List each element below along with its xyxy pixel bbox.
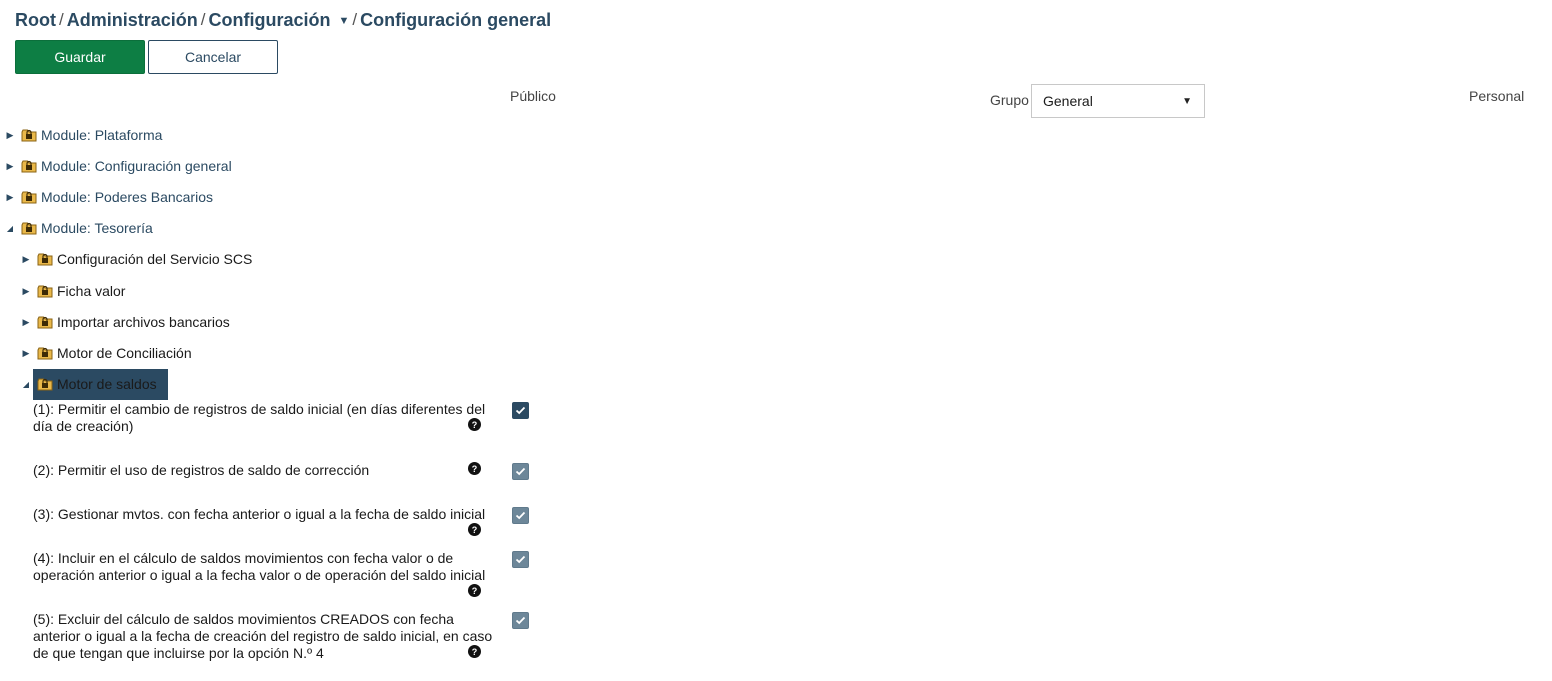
chevron-down-icon: ▼ <box>1182 96 1192 107</box>
tree-node-label[interactable]: Ficha valor <box>57 283 125 299</box>
locked-folder-icon <box>37 377 53 391</box>
personal-column-label: Personal <box>1469 88 1525 104</box>
tree-node-label[interactable]: Module: Poderes Bancarios <box>41 189 213 205</box>
breadcrumb-separator: / <box>200 10 206 29</box>
breadcrumb-root[interactable]: Root <box>15 10 56 31</box>
option-checkbox[interactable] <box>512 507 529 524</box>
option-label: (4): Incluir en el cálculo de saldos mov… <box>33 550 485 584</box>
caret-right-icon[interactable]: ▶ <box>19 315 33 329</box>
caret-right-icon[interactable]: ▶ <box>19 346 33 360</box>
option-line: (2): Permitir el uso de registros de sal… <box>33 462 370 478</box>
tree-node-module[interactable]: ▶ Module: Plataforma <box>3 124 163 146</box>
locked-folder-icon <box>37 346 53 360</box>
caret-right-icon[interactable]: ▶ <box>19 284 33 298</box>
locked-folder-icon <box>21 128 37 142</box>
option-line: (3): Gestionar mvtos. con fecha anterior… <box>33 506 486 522</box>
option-checkbox[interactable] <box>512 463 529 480</box>
tree-node-module[interactable]: ▶ Module: Poderes Bancarios <box>3 186 213 208</box>
tree-node-label[interactable]: Module: Plataforma <box>41 127 162 143</box>
save-button[interactable]: Guardar <box>15 40 145 74</box>
group-select-value: General <box>1043 93 1093 109</box>
locked-folder-icon <box>21 190 37 204</box>
tree-node-module[interactable]: ▶ Module: Configuración general <box>3 155 232 177</box>
tree-node-label[interactable]: Module: Tesorería <box>41 220 153 236</box>
option-label: (1): Permitir el cambio de registros de … <box>33 401 485 435</box>
tree-node[interactable]: ▶ Motor de Conciliación <box>19 342 192 364</box>
tree-node-selected[interactable]: ◢ Motor de saldos <box>19 373 157 395</box>
locked-folder-icon <box>37 284 53 298</box>
breadcrumb-separator: / <box>58 10 64 29</box>
tree-node-label[interactable]: Motor de saldos <box>57 376 157 392</box>
tree-node-label[interactable]: Importar archivos bancarios <box>57 314 230 330</box>
breadcrumb-configuracion[interactable]: Configuración <box>208 10 330 31</box>
caret-right-icon[interactable]: ▶ <box>3 159 17 173</box>
tree-node[interactable]: ▶ Ficha valor <box>19 280 126 302</box>
option-label: (2): Permitir el uso de registros de sal… <box>33 462 369 479</box>
breadcrumb-administracion[interactable]: Administración <box>67 10 198 31</box>
group-label: Grupo <box>990 92 1029 108</box>
help-icon[interactable]: ? <box>468 462 481 475</box>
option-checkbox[interactable] <box>512 402 529 419</box>
breadcrumb-current: Configuración general <box>360 9 552 30</box>
option-line: operación anterior o igual a la fecha va… <box>33 567 486 583</box>
option-line: de que tengan que incluirse por la opció… <box>33 645 324 661</box>
help-icon[interactable]: ? <box>468 523 481 536</box>
breadcrumb: Root / Administración / Configuración ▼ … <box>15 8 551 32</box>
option-line: (1): Permitir el cambio de registros de … <box>33 401 486 417</box>
tree-node-label[interactable]: Motor de Conciliación <box>57 345 192 361</box>
caret-right-icon[interactable]: ▶ <box>3 128 17 142</box>
option-line: anterior o igual a la fecha de creación … <box>33 628 493 644</box>
locked-folder-icon <box>21 159 37 173</box>
caret-right-icon[interactable]: ▶ <box>3 190 17 204</box>
help-icon[interactable]: ? <box>468 645 481 658</box>
help-icon[interactable]: ? <box>468 418 481 431</box>
caret-down-icon[interactable]: ◢ <box>3 221 17 235</box>
option-checkbox[interactable] <box>512 551 529 568</box>
tree-node[interactable]: ▶ Importar archivos bancarios <box>19 311 230 333</box>
locked-folder-icon <box>37 315 53 329</box>
option-line: (4): Incluir en el cálculo de saldos mov… <box>33 550 454 566</box>
tree-node-label[interactable]: Module: Configuración general <box>41 158 232 174</box>
tree-node[interactable]: ▶ Configuración del Servicio SCS <box>19 248 253 270</box>
help-icon[interactable]: ? <box>468 584 481 597</box>
option-line: día de creación) <box>33 418 134 434</box>
breadcrumb-separator: / <box>352 10 358 29</box>
caret-down-icon[interactable]: ◢ <box>19 377 33 391</box>
locked-folder-icon <box>37 252 53 266</box>
option-line: (5): Excluir del cálculo de saldos movim… <box>33 611 454 627</box>
caret-right-icon[interactable]: ▶ <box>19 252 33 266</box>
locked-folder-icon <box>21 221 37 235</box>
option-label: (3): Gestionar mvtos. con fecha anterior… <box>33 506 485 523</box>
option-checkbox[interactable] <box>512 612 529 629</box>
tree-node-module[interactable]: ◢ Module: Tesorería <box>3 217 153 239</box>
public-column-label: Público <box>510 88 556 104</box>
option-label: (5): Excluir del cálculo de saldos movim… <box>33 611 492 662</box>
tree-node-label[interactable]: Configuración del Servicio SCS <box>57 251 252 267</box>
cancel-button[interactable]: Cancelar <box>148 40 278 74</box>
group-select[interactable]: General ▼ <box>1031 84 1205 118</box>
chevron-down-icon[interactable]: ▼ <box>338 15 349 27</box>
